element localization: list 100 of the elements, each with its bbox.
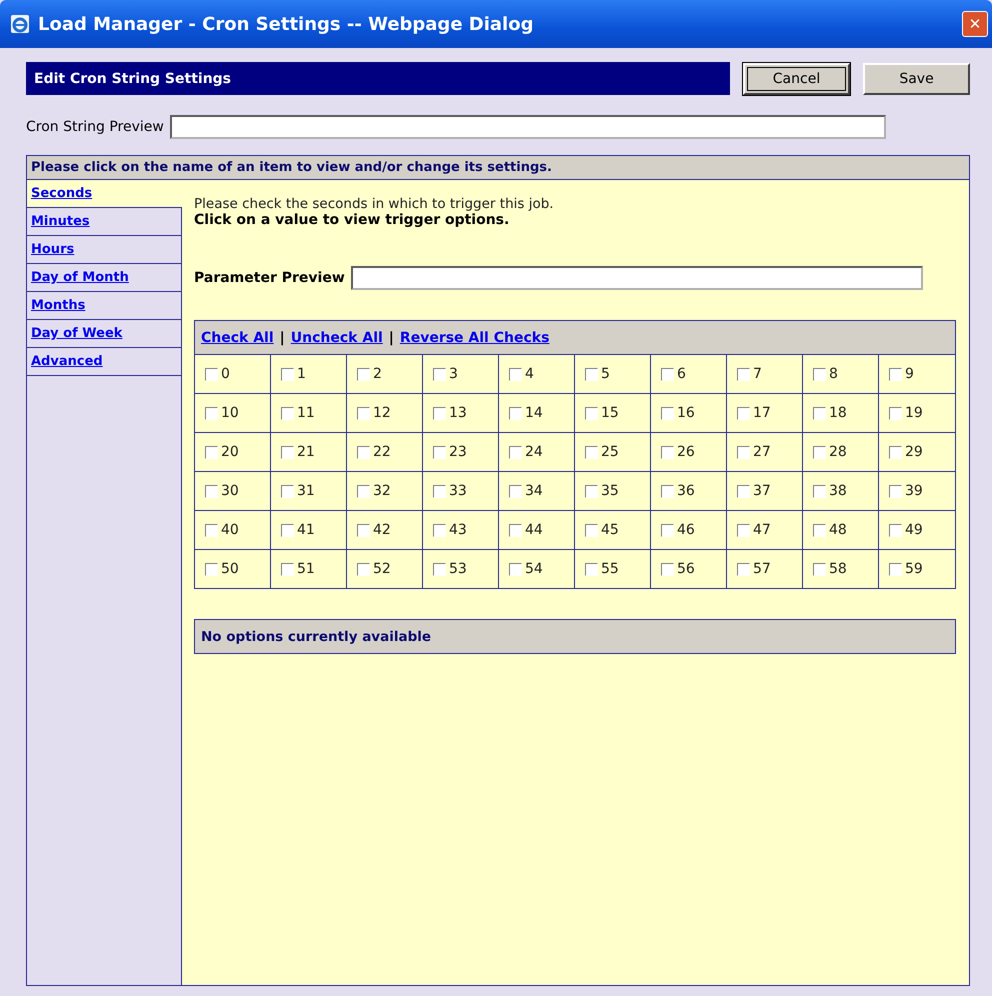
- checkbox[interactable]: [357, 406, 370, 420]
- checkbox[interactable]: [661, 406, 674, 420]
- checkbox[interactable]: [509, 406, 522, 420]
- value-label: 20: [221, 444, 239, 460]
- checkbox[interactable]: [661, 524, 674, 536]
- checkbox[interactable]: [509, 562, 522, 576]
- close-button[interactable]: ✕: [962, 11, 988, 37]
- save-button[interactable]: Save: [863, 62, 970, 94]
- value-label: 8: [829, 366, 838, 382]
- options-bar: No options currently available: [194, 619, 956, 654]
- checkbox[interactable]: [281, 524, 294, 536]
- value-label: 23: [449, 444, 467, 460]
- value-label: 29: [905, 444, 923, 460]
- checkbox[interactable]: [433, 446, 446, 458]
- checkbox[interactable]: [357, 524, 370, 536]
- checkbox[interactable]: [585, 524, 598, 536]
- value-label: 17: [753, 405, 771, 421]
- checkbox[interactable]: [889, 484, 902, 498]
- checkbox[interactable]: [813, 562, 826, 576]
- value-label: 21: [297, 444, 315, 460]
- value-label: 55: [601, 561, 619, 577]
- value-label: 11: [297, 405, 315, 421]
- checkbox[interactable]: [813, 406, 826, 420]
- checkbox[interactable]: [281, 484, 294, 498]
- value-label: 34: [525, 483, 543, 499]
- checkbox[interactable]: [889, 368, 902, 380]
- value-label: 50: [221, 561, 239, 577]
- value-label: 6: [677, 366, 686, 382]
- checkbox[interactable]: [585, 484, 598, 498]
- checkbox[interactable]: [661, 368, 674, 380]
- value-label: 24: [525, 444, 543, 460]
- value-label: 46: [677, 522, 695, 538]
- checkbox[interactable]: [661, 562, 674, 576]
- value-label: 2: [373, 366, 382, 382]
- checkbox[interactable]: [585, 446, 598, 458]
- browser-icon: [10, 14, 30, 34]
- action-link[interactable]: Check All: [201, 330, 274, 346]
- checkbox[interactable]: [737, 446, 750, 458]
- checkbox[interactable]: [737, 562, 750, 576]
- checkbox[interactable]: [357, 562, 370, 576]
- checkbox[interactable]: [205, 524, 218, 536]
- checkbox[interactable]: [281, 562, 294, 576]
- action-link[interactable]: Uncheck All: [290, 330, 383, 346]
- value-label: 16: [677, 405, 695, 421]
- checkbox[interactable]: [357, 484, 370, 498]
- value-label: 5: [601, 366, 610, 382]
- checkbox[interactable]: [509, 446, 522, 458]
- action-link[interactable]: Reverse All Checks: [400, 330, 550, 346]
- checkbox[interactable]: [357, 368, 370, 380]
- value-label: 36: [677, 483, 695, 499]
- checkbox[interactable]: [661, 484, 674, 498]
- value-label: 18: [829, 405, 847, 421]
- checkbox[interactable]: [585, 368, 598, 380]
- checkbox[interactable]: [281, 406, 294, 420]
- sidebar-item[interactable]: Seconds: [27, 180, 182, 208]
- checkbox[interactable]: [205, 368, 218, 380]
- checkbox[interactable]: [737, 368, 750, 380]
- checkbox[interactable]: [205, 484, 218, 498]
- value-label: 3: [449, 366, 458, 382]
- checkbox[interactable]: [205, 446, 218, 458]
- value-label: 33: [449, 483, 467, 499]
- checkbox[interactable]: [737, 406, 750, 420]
- checkbox[interactable]: [813, 524, 826, 536]
- checkbox[interactable]: [585, 406, 598, 420]
- checkbox[interactable]: [205, 406, 218, 420]
- checkbox[interactable]: [509, 368, 522, 380]
- checkbox[interactable]: [889, 562, 902, 576]
- checkbox[interactable]: [889, 524, 902, 536]
- checkbox[interactable]: [661, 446, 674, 458]
- checkbox[interactable]: [281, 368, 294, 380]
- value-label: 28: [829, 444, 847, 460]
- value-label: 56: [677, 561, 695, 577]
- checkbox[interactable]: [433, 524, 446, 536]
- checkbox[interactable]: [433, 562, 446, 576]
- checkbox[interactable]: [509, 524, 522, 536]
- value-label: 32: [373, 483, 391, 499]
- checkbox[interactable]: [813, 446, 826, 458]
- checkbox[interactable]: [737, 524, 750, 536]
- checkbox[interactable]: [205, 562, 218, 576]
- checkbox[interactable]: [737, 484, 750, 498]
- cron-string-field[interactable]: [170, 115, 886, 139]
- checkbox[interactable]: [813, 368, 826, 380]
- value-label: 38: [829, 483, 847, 499]
- value-label: 48: [829, 522, 847, 538]
- value-label: 12: [373, 405, 391, 421]
- value-label: 44: [525, 522, 543, 538]
- value-label: 30: [221, 483, 239, 499]
- checkbox[interactable]: [281, 446, 294, 458]
- checkbox[interactable]: [889, 406, 902, 420]
- checkbox[interactable]: [813, 484, 826, 498]
- checkbox[interactable]: [585, 562, 598, 576]
- checkbox[interactable]: [357, 446, 370, 458]
- checkbox[interactable]: [433, 484, 446, 498]
- checkbox[interactable]: [433, 368, 446, 380]
- checkbox[interactable]: [889, 446, 902, 458]
- cancel-button[interactable]: Cancel: [743, 62, 850, 94]
- parameter-field[interactable]: [350, 266, 923, 290]
- checkbox[interactable]: [509, 484, 522, 498]
- checkbox[interactable]: [433, 406, 446, 420]
- value-label: 15: [601, 405, 619, 421]
